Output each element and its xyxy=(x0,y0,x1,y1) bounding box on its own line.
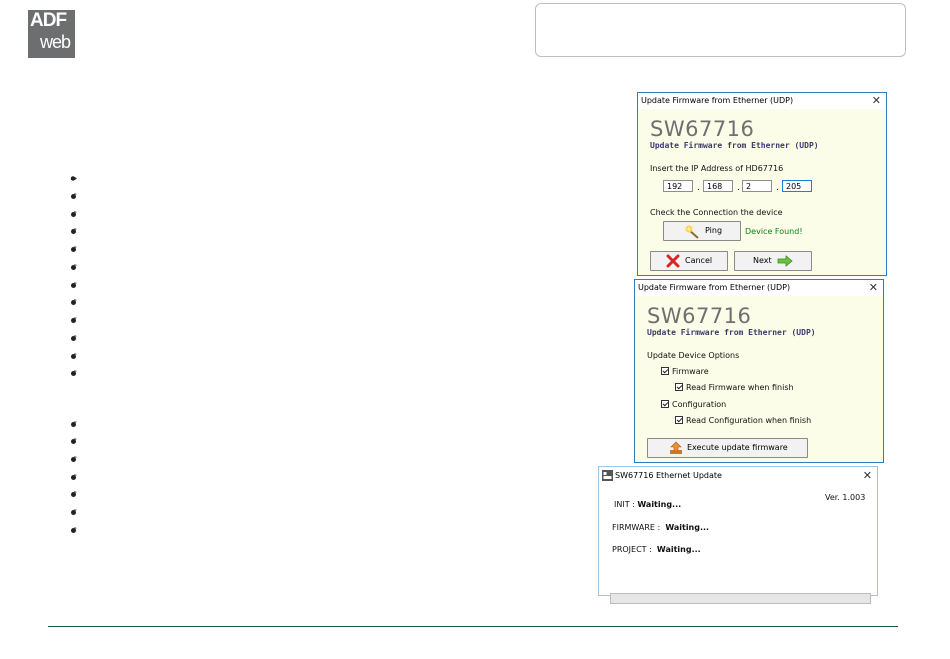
update-options-label: Update Device Options xyxy=(647,351,740,360)
init-status: INIT : Waiting... xyxy=(614,500,681,509)
init-label: INIT : xyxy=(614,500,638,509)
firmware-checkbox[interactable] xyxy=(661,367,669,375)
read-configuration-checkbox[interactable] xyxy=(675,416,683,424)
update-firmware-ip-dialog: Update Firmware from Etherner (UDP) ✕ SW… xyxy=(637,92,887,276)
execute-update-button[interactable]: Execute update firmware xyxy=(647,438,808,458)
cancel-button[interactable]: Cancel xyxy=(650,251,728,271)
bullet-icon xyxy=(71,335,77,341)
dialog-title-bar: SW67716 Ethernet Update xyxy=(599,467,877,485)
footer-divider xyxy=(48,626,898,627)
project-label: PROJECT : xyxy=(612,545,655,554)
ip-address-label: Insert the IP Address of HD67716 xyxy=(650,164,784,173)
close-icon[interactable]: ✕ xyxy=(863,467,872,485)
red-x-icon xyxy=(666,254,680,268)
model-title: SW67716 xyxy=(650,117,755,141)
configuration-checkbox[interactable] xyxy=(661,400,669,408)
execute-update-label: Execute update firmware xyxy=(687,443,788,452)
dialog-body: SW67716 Update Firmware from Etherner (U… xyxy=(638,109,886,275)
bullet-icon xyxy=(71,474,77,480)
device-status-text: Device Found! xyxy=(745,227,803,236)
green-arrow-right-icon xyxy=(777,255,793,267)
dialog-subtitle: Update Firmware from Etherner (UDP) xyxy=(650,141,819,150)
bullet-icon xyxy=(71,317,77,323)
project-value: Waiting... xyxy=(656,545,701,554)
firmware-label: FIRMWARE : xyxy=(612,523,663,532)
configuration-checkbox-label: Configuration xyxy=(672,400,727,409)
dialog-subtitle: Update Firmware from Etherner (UDP) xyxy=(647,328,816,337)
bullet-icon xyxy=(71,456,77,462)
upload-icon xyxy=(670,441,682,454)
ping-button[interactable]: Ping xyxy=(663,221,741,241)
ping-button-label: Ping xyxy=(705,226,723,235)
bullet-icon xyxy=(71,353,77,359)
update-progress-bar xyxy=(610,593,871,604)
read-firmware-checkbox[interactable] xyxy=(675,383,683,391)
bullet-icon xyxy=(71,438,77,444)
model-title: SW67716 xyxy=(647,304,752,328)
dialog-title-bar: Update Firmware from Etherner (UDP) xyxy=(638,93,886,108)
bullet-icon xyxy=(71,246,77,252)
magic-wand-icon xyxy=(685,225,699,239)
firmware-value: Waiting... xyxy=(665,523,710,532)
version-text: Ver. 1.003 xyxy=(825,493,866,502)
firmware-status: FIRMWARE : Waiting... xyxy=(612,523,709,532)
bullet-icon xyxy=(71,264,77,270)
bullet-icon xyxy=(71,211,77,217)
read-configuration-label: Read Configuration when finish xyxy=(686,416,812,425)
close-icon[interactable]: ✕ xyxy=(869,280,878,295)
bullet-icon xyxy=(71,193,77,199)
header-box xyxy=(535,3,906,57)
read-firmware-label: Read Firmware when finish xyxy=(686,383,794,392)
dialog-title: Update Firmware from Etherner (UDP) xyxy=(638,283,791,292)
check-connection-label: Check the Connection the device xyxy=(650,208,783,217)
ip-separator: . xyxy=(737,183,740,193)
ip-octet-1-input[interactable]: 192 xyxy=(663,180,693,192)
cancel-button-label: Cancel xyxy=(685,256,713,265)
app-logo-icon xyxy=(602,470,613,481)
firmware-checkbox-label: Firmware xyxy=(672,367,709,376)
dialog-body: SW67716 Update Firmware from Etherner (U… xyxy=(635,296,883,462)
bullet-icon xyxy=(71,527,77,533)
dialog-title: Update Firmware from Etherner (UDP) xyxy=(641,96,794,105)
close-icon[interactable]: ✕ xyxy=(872,93,881,108)
dialog-body: Ver. 1.003 INIT : Waiting... FIRMWARE : … xyxy=(599,486,877,604)
bullet-icon xyxy=(71,370,77,376)
project-status: PROJECT : Waiting... xyxy=(612,545,701,554)
ip-octet-4-input[interactable]: 205 xyxy=(782,180,812,192)
init-value: Waiting... xyxy=(637,500,682,509)
ip-separator: . xyxy=(697,183,700,193)
bullet-icon xyxy=(71,421,77,427)
bullet-icon xyxy=(71,282,77,288)
bullet-icon xyxy=(71,228,77,234)
bullet-icon xyxy=(71,491,77,497)
ip-octet-3-input[interactable]: 2 xyxy=(742,180,772,192)
ip-octet-2-input[interactable]: 168 xyxy=(703,180,733,192)
update-device-options-dialog: Update Firmware from Etherner (UDP) ✕ SW… xyxy=(634,279,884,463)
bullet-icon xyxy=(70,176,77,181)
next-button-label: Next xyxy=(753,256,772,265)
dialog-title: SW67716 Ethernet Update xyxy=(615,471,722,480)
next-button[interactable]: Next xyxy=(734,251,812,271)
bullet-icon xyxy=(71,509,77,515)
logo-line1: ADF xyxy=(30,10,67,31)
ip-separator: . xyxy=(776,183,779,193)
bullet-icon xyxy=(71,299,77,305)
logo-line2: web xyxy=(40,32,71,52)
ethernet-update-dialog: SW67716 Ethernet Update ✕ Ver. 1.003 INI… xyxy=(598,466,878,604)
adfweb-logo: ADF web xyxy=(28,10,75,58)
dialog-title-bar: Update Firmware from Etherner (UDP) xyxy=(635,280,883,295)
